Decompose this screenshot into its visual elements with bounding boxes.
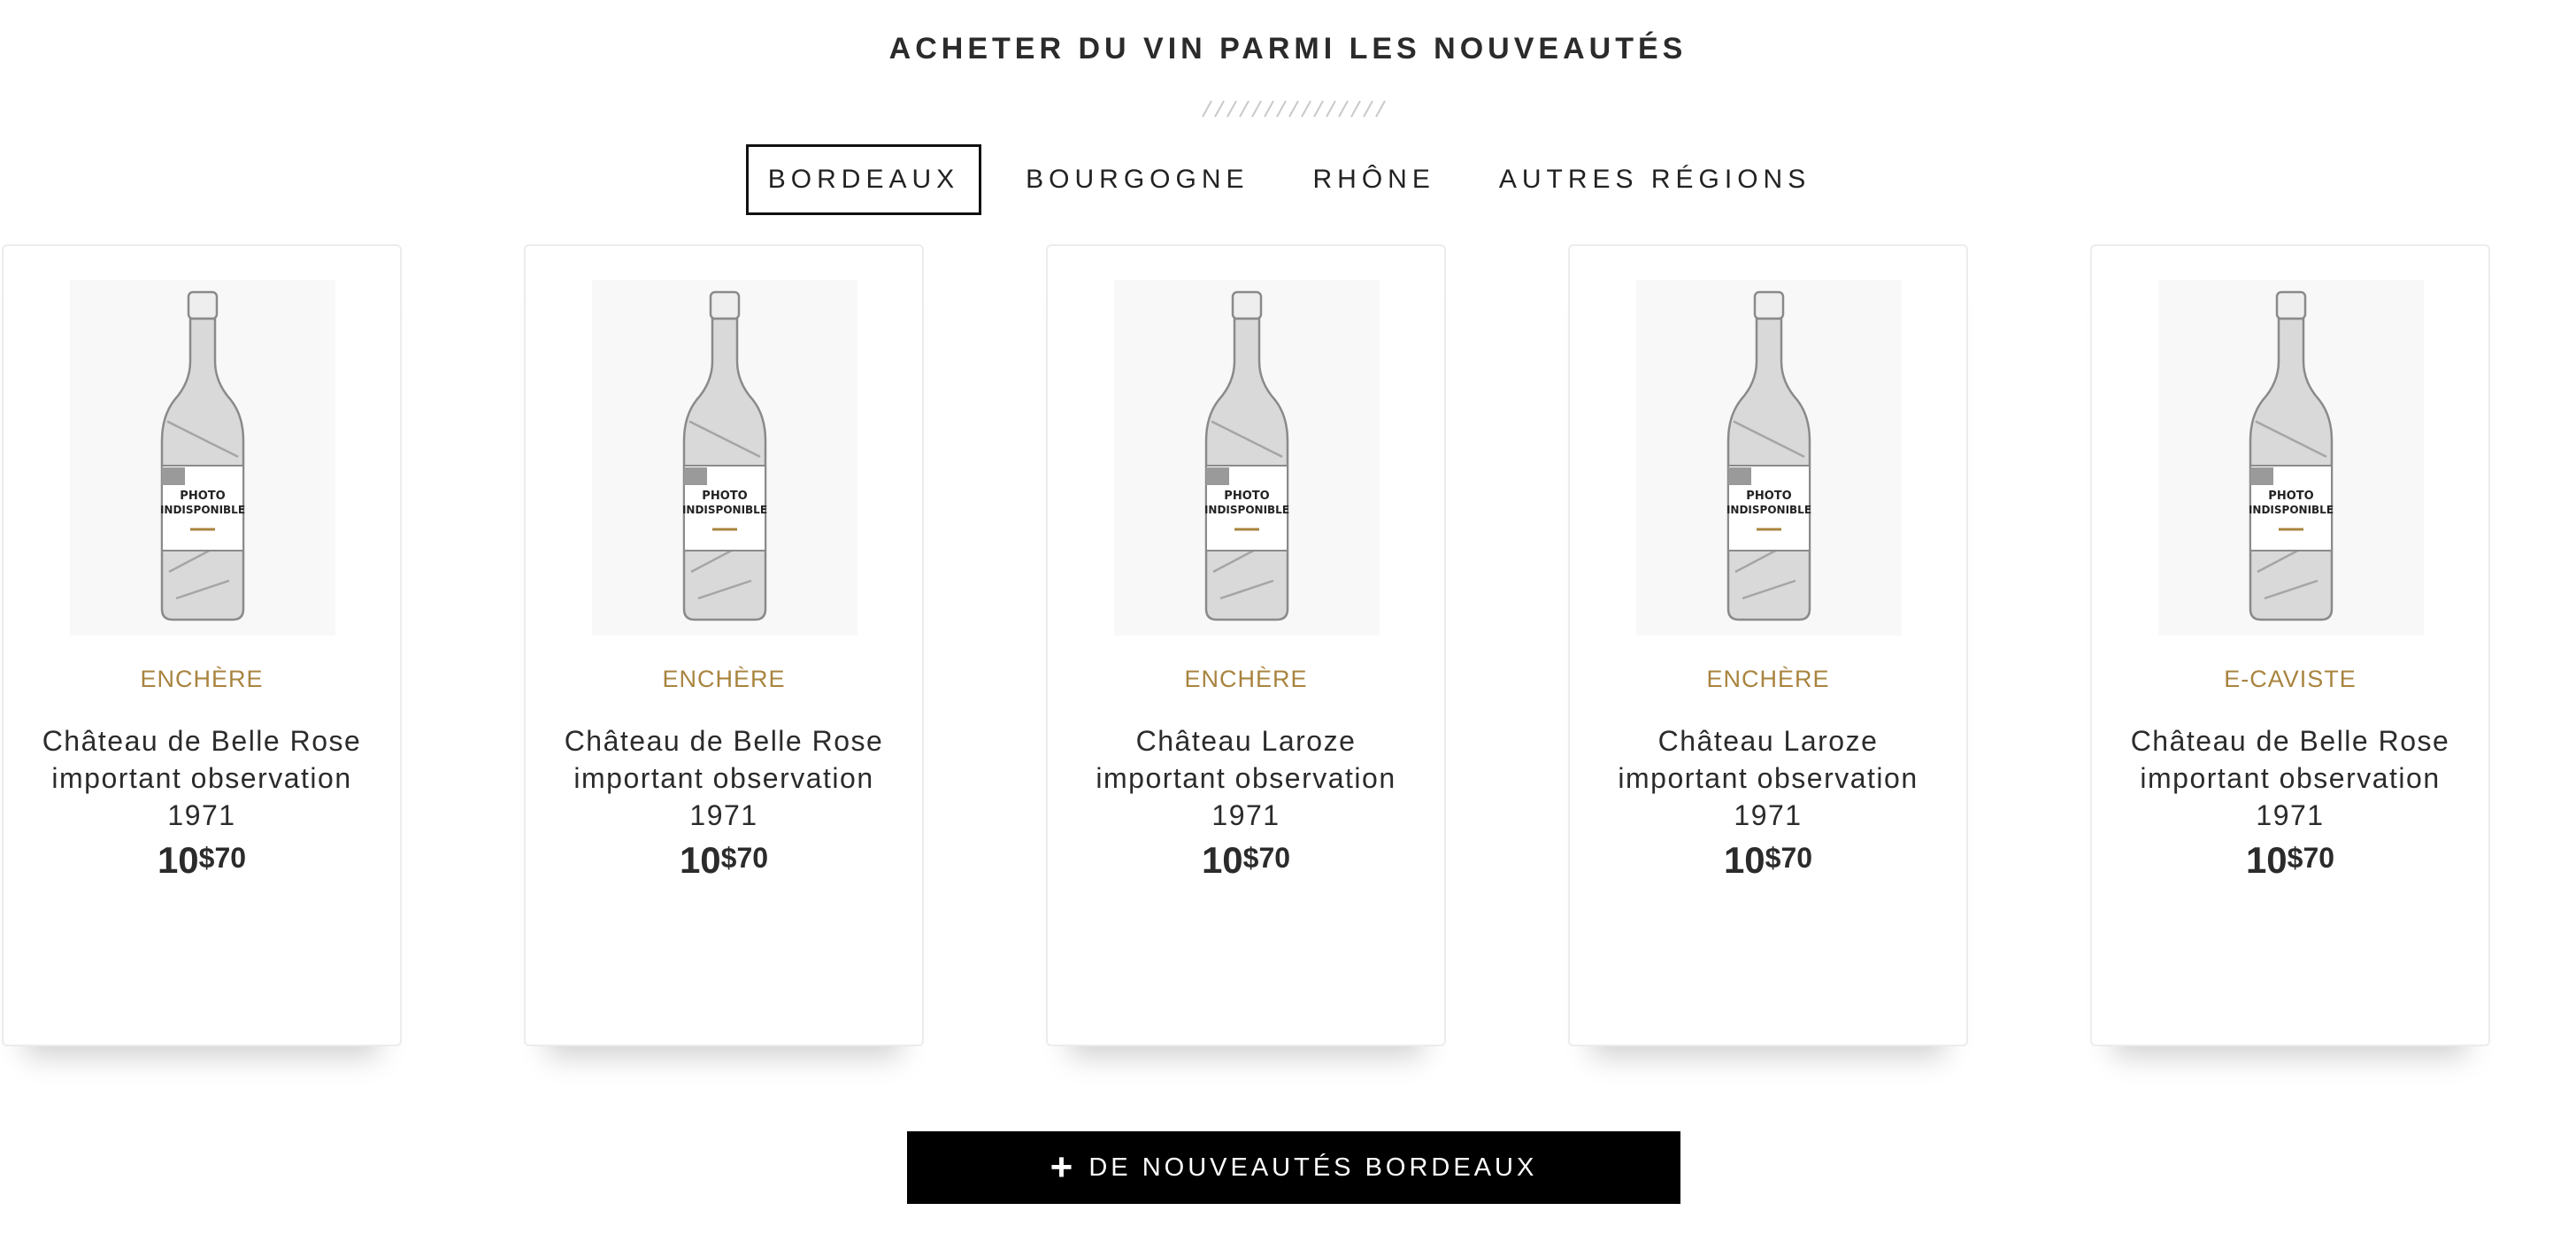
price-decimals: 70 [1258, 842, 1291, 874]
tab-rhone[interactable]: RHÔNE [1294, 144, 1455, 215]
photo-label-2: INDISPONIBLE [160, 504, 245, 516]
photo-label-1: PHOTO [2268, 490, 2313, 503]
product-name-line2: important observation [573, 762, 874, 794]
price-currency: $ [1242, 842, 1259, 874]
photo-label-1: PHOTO [702, 490, 747, 503]
product-price: 10$70 [526, 839, 922, 882]
sale-type-label: ENCHÈRE [662, 666, 786, 692]
photo-label-2: INDISPONIBLE [682, 504, 767, 516]
product-name-line2: important observation [2140, 762, 2441, 794]
price-decimals: 70 [736, 842, 769, 874]
product-name-line1: Château de Belle Rose [42, 725, 362, 757]
price-integer: 10 [2245, 839, 2288, 881]
product-photo[interactable]: PHOTO INDISPONIBLE [70, 280, 335, 636]
price-integer: 10 [1723, 839, 1765, 881]
region-tabs: BORDEAUX BOURGOGNE RHÔNE AUTRES RÉGIONS [0, 144, 2576, 215]
product-card[interactable]: PHOTO INDISPONIBLE E-CAVISTE Château de … [2090, 244, 2490, 1046]
product-name[interactable]: Château de Belle Rose important observat… [543, 722, 904, 834]
product-photo[interactable]: PHOTO INDISPONIBLE [1636, 280, 1902, 636]
product-photo[interactable]: PHOTO INDISPONIBLE [1114, 280, 1380, 636]
more-new-wines-label: DE NOUVEAUTÉS BORDEAUX [1088, 1153, 1538, 1182]
product-card[interactable]: PHOTO INDISPONIBLE ENCHÈRE Château de Be… [524, 244, 924, 1046]
product-card[interactable]: PHOTO INDISPONIBLE ENCHÈRE Château Laroz… [1568, 244, 1968, 1046]
price-currency: $ [1765, 842, 1781, 874]
product-card[interactable]: PHOTO INDISPONIBLE ENCHÈRE Château de Be… [2, 244, 402, 1046]
product-year: 1971 [1734, 799, 1803, 831]
sale-type-label: ENCHÈRE [140, 666, 264, 692]
product-photo[interactable]: PHOTO INDISPONIBLE [2158, 280, 2424, 636]
product-year: 1971 [167, 799, 236, 831]
product-name-line2: important observation [1096, 762, 1396, 794]
wine-bottle-icon: PHOTO INDISPONIBLE [2158, 280, 2424, 636]
product-name[interactable]: Château de Belle Rose important observat… [21, 722, 382, 834]
hatch-divider [1202, 100, 1386, 118]
product-price: 10$70 [1570, 839, 1966, 882]
product-card[interactable]: PHOTO INDISPONIBLE ENCHÈRE Château Laroz… [1046, 244, 1446, 1046]
product-name-line2: important observation [51, 762, 352, 794]
price-currency: $ [720, 842, 737, 874]
product-price: 10$70 [1048, 839, 1444, 882]
sale-type-label: ENCHÈRE [1184, 666, 1308, 692]
price-decimals: 70 [1780, 842, 1813, 874]
product-year: 1971 [689, 799, 758, 831]
product-year: 1971 [1211, 799, 1280, 831]
price-decimals: 70 [214, 842, 247, 874]
photo-label-2: INDISPONIBLE [1726, 504, 1811, 516]
wine-bottle-icon: PHOTO INDISPONIBLE [1114, 280, 1380, 636]
product-name-line1: Château de Belle Rose [2130, 725, 2450, 757]
photo-label-1: PHOTO [1746, 490, 1791, 503]
price-integer: 10 [157, 839, 199, 881]
photo-label-2: INDISPONIBLE [1204, 504, 1289, 516]
sale-type-label: E-CAVISTE [2224, 666, 2357, 692]
photo-label-1: PHOTO [1224, 490, 1269, 503]
photo-label-2: INDISPONIBLE [2249, 504, 2334, 516]
tab-bourgogne[interactable]: BOURGOGNE [1006, 144, 1268, 215]
price-integer: 10 [679, 839, 721, 881]
price-integer: 10 [1201, 839, 1243, 881]
price-decimals: 70 [2303, 842, 2335, 874]
tab-bordeaux[interactable]: BORDEAUX [745, 144, 982, 215]
product-name-line1: Château de Belle Rose [564, 725, 884, 757]
wine-bottle-icon: PHOTO INDISPONIBLE [1636, 280, 1902, 636]
product-name[interactable]: Château Laroze important observation 197… [1065, 722, 1426, 834]
product-price: 10$70 [4, 839, 400, 882]
product-name[interactable]: Château de Belle Rose important observat… [2110, 722, 2471, 834]
product-name-line2: important observation [1618, 762, 1919, 794]
plus-icon: + [1050, 1145, 1077, 1189]
product-name-line1: Château Laroze [1657, 725, 1879, 757]
wine-bottle-icon: PHOTO INDISPONIBLE [592, 280, 857, 636]
photo-label-1: PHOTO [180, 490, 225, 503]
section-title: ACHETER DU VIN PARMI LES NOUVEAUTÉS [888, 32, 1688, 66]
price-currency: $ [198, 842, 215, 874]
product-name[interactable]: Château Laroze important observation 197… [1588, 722, 1949, 834]
price-currency: $ [2287, 842, 2303, 874]
product-name-line1: Château Laroze [1135, 725, 1357, 757]
product-year: 1971 [2256, 799, 2325, 831]
product-photo[interactable]: PHOTO INDISPONIBLE [592, 280, 857, 636]
product-price: 10$70 [2092, 839, 2488, 882]
sale-type-label: ENCHÈRE [1706, 666, 1830, 692]
tab-autres-regions[interactable]: AUTRES RÉGIONS [1480, 144, 1830, 215]
wine-bottle-icon: PHOTO INDISPONIBLE [70, 280, 335, 636]
more-new-wines-button[interactable]: + DE NOUVEAUTÉS BORDEAUX [907, 1131, 1680, 1204]
